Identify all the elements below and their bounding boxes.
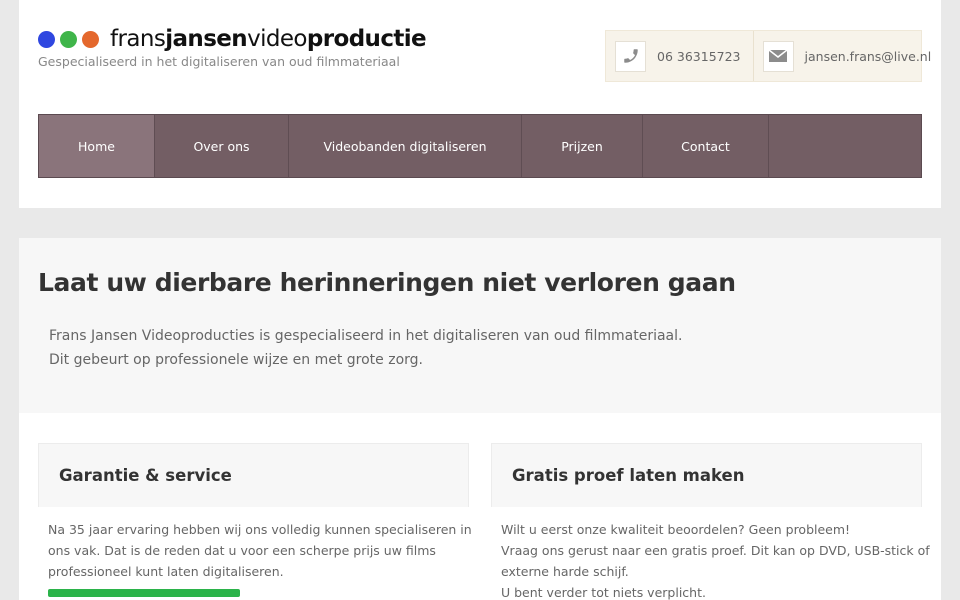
nav-item-videobanden[interactable]: Videobanden digitaliseren — [289, 115, 522, 177]
logo-part-3: video — [247, 26, 307, 52]
logo-part-1: frans — [110, 26, 166, 52]
box-body: Na 35 jaar ervaring hebben wij ons volle… — [38, 507, 472, 597]
nav-item-over-ons[interactable]: Over ons — [155, 115, 289, 177]
logo-dot-orange — [82, 31, 99, 48]
more-info-button[interactable] — [48, 589, 240, 597]
box-header: Garantie & service — [38, 443, 469, 507]
site-header: fransjansenvideoproductie Gespecialiseer… — [19, 0, 941, 208]
hero-text-line-1: Frans Jansen Videoproducties is gespecia… — [49, 328, 683, 344]
contact-phone[interactable]: 06 36315723 — [606, 31, 753, 81]
logo-dots — [38, 31, 99, 48]
hero-text-line-2: Dit gebeurt op professionele wijze en me… — [49, 352, 423, 368]
box-text-line: ons vak. Dat is de reden dat u voor een … — [48, 543, 436, 558]
box-text-line: U bent verder tot niets verplicht. — [501, 585, 706, 600]
email-address: jansen.frans@live.nl — [804, 48, 932, 64]
nav-item-prijzen[interactable]: Prijzen — [522, 115, 643, 177]
phone-number: 06 36315723 — [657, 48, 741, 64]
box-text-line: Na 35 jaar ervaring hebben wij ons volle… — [48, 522, 472, 537]
contact-box: 06 36315723 jansen.frans@live.nl — [605, 30, 931, 82]
garantie-box: Garantie & service Na 35 jaar ervaring h… — [38, 443, 472, 597]
hero-title: Laat uw dierbare herinneringen niet verl… — [38, 268, 736, 297]
site-tagline: Gespecialiseerd in het digitaliseren van… — [38, 54, 400, 69]
box-body: Wilt u eerst onze kwaliteit beoordelen? … — [491, 507, 930, 600]
box-title: Garantie & service — [59, 466, 232, 485]
logo-dot-blue — [38, 31, 55, 48]
hero-section: Laat uw dierbare herinneringen niet verl… — [19, 238, 941, 413]
logo-wordmark: fransjansenvideoproductie — [110, 26, 427, 52]
contact-email[interactable]: jansen.frans@live.nl — [752, 31, 944, 81]
logo-dot-green — [60, 31, 77, 48]
logo-part-4: productie — [306, 26, 427, 52]
mail-icon — [762, 40, 794, 72]
phone-icon — [615, 40, 646, 72]
box-text-line: Vraag ons gerust naar een gratis proef. … — [501, 543, 930, 558]
box-title: Gratis proef laten maken — [512, 466, 745, 485]
box-text-line: Wilt u eerst onze kwaliteit beoordelen? … — [501, 522, 851, 537]
box-text-line: professioneel kunt laten digitaliseren. — [48, 564, 284, 579]
gratis-proef-box: Gratis proef laten maken Wilt u eerst on… — [491, 443, 930, 600]
main-nav: Home Over ons Videobanden digitaliseren … — [38, 114, 922, 178]
nav-item-contact[interactable]: Contact — [643, 115, 769, 177]
box-text-line: externe harde schijf. — [501, 564, 629, 579]
logo-part-2: jansen — [165, 26, 248, 52]
box-header: Gratis proef laten maken — [491, 443, 922, 507]
nav-item-home[interactable]: Home — [39, 115, 155, 177]
content-section: Garantie & service Na 35 jaar ervaring h… — [19, 413, 941, 600]
